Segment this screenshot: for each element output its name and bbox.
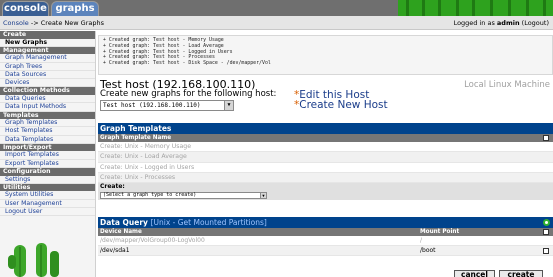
cactus-plant-icon: [8, 243, 59, 277]
sidebar-item-data-queries[interactable]: Data Queries: [0, 95, 95, 104]
select-all-checkbox[interactable]: [543, 135, 549, 141]
graph-templates-title: Graph Templates: [98, 123, 553, 134]
row-checkbox[interactable]: [543, 248, 549, 254]
table-row: /dev/sda1 /boot: [98, 246, 553, 256]
login-prefix: Logged in as: [453, 19, 497, 27]
tab-console[interactable]: console: [2, 1, 49, 16]
menu-header-collection-methods: Collection Methods: [0, 87, 95, 95]
login-status: Logged in as admin (Logout): [454, 19, 549, 27]
sidebar-item-data-templates[interactable]: Data Templates: [0, 136, 95, 144]
breadcrumb-separator: ->: [28, 19, 41, 27]
menu-header-configuration: Configuration: [0, 168, 95, 176]
graph-type-select-value: (Select a graph type to create): [103, 192, 197, 199]
device-name-cell: /dev/mapper/VolGroup00-LogVol00: [100, 237, 205, 244]
menu-header-import-export: Import/Export: [0, 143, 95, 152]
menu-header-utilities: Utilities: [0, 183, 95, 192]
breadcrumb-current: Create New Graphs: [40, 19, 104, 27]
sidebar-item-settings[interactable]: Settings: [0, 176, 95, 184]
cancel-button[interactable]: cancel: [454, 270, 495, 277]
graph-template-row: Create: Unix - Logged in Users: [98, 163, 553, 173]
host-select-value: Test host (192.168.100.110): [103, 102, 201, 109]
sidebar-item-host-templates[interactable]: Host Templates: [0, 127, 95, 136]
sidebar-item-user-management[interactable]: User Management: [0, 200, 95, 208]
sidebar-item-import-templates[interactable]: Import Templates: [0, 151, 95, 160]
device-name-cell: /dev/sda1: [100, 247, 130, 254]
menu-header-management: Management: [0, 46, 95, 55]
graph-template-row: Create: Unix - Memory Usage: [98, 142, 553, 153]
main-content: + Created graph: Test host - Memory Usag…: [98, 31, 553, 277]
menu-header-create: Create: [0, 31, 95, 39]
sidebar-item-devices[interactable]: Devices: [0, 79, 95, 88]
graph-template-name-header: Graph Template Name: [98, 134, 553, 142]
message-box: + Created graph: Test host - Memory Usag…: [98, 35, 553, 75]
chevron-down-icon: ▼: [260, 193, 266, 199]
sidebar-item-data-sources[interactable]: Data Sources: [0, 71, 95, 80]
device-name-header: Device Name: [100, 229, 142, 235]
breadcrumb-bar: Console -> Create New Graphs Logged in a…: [0, 16, 553, 30]
data-query-column-header: Device Name Mount Point: [98, 228, 553, 236]
sidebar-menu: Create New Graphs Management Graph Manag…: [0, 31, 96, 277]
message-line: + Created graph: Test host - Disk Space …: [103, 60, 271, 67]
sidebar-item-graph-trees[interactable]: Graph Trees: [0, 63, 95, 71]
create-new-host-label: Create New Host: [299, 99, 388, 111]
create-label: Create:: [100, 183, 125, 191]
login-user: admin: [496, 19, 520, 27]
breadcrumb-console-link[interactable]: Console: [3, 19, 29, 27]
breadcrumb: Console -> Create New Graphs: [3, 19, 104, 27]
data-query-panel: Data Query [Unix - Get Mounted Partition…: [98, 217, 553, 256]
table-row: /dev/mapper/VolGroup00-LogVol00 /: [98, 236, 553, 246]
sidebar-item-graph-management[interactable]: Graph Management: [0, 54, 95, 63]
refresh-icon[interactable]: [543, 219, 550, 226]
graph-template-row: Create: Unix - Load Average: [98, 152, 553, 163]
select-all-checkbox[interactable]: [543, 229, 549, 235]
data-query-title: Data Query [Unix - Get Mounted Partition…: [98, 217, 553, 228]
tab-graphs[interactable]: graphs: [51, 1, 99, 16]
sidebar-item-data-input-methods[interactable]: Data Input Methods: [0, 103, 95, 112]
mount-point-header: Mount Point: [420, 229, 460, 235]
create-new-host-link[interactable]: *Create New Host: [294, 99, 388, 111]
create-graph-row: Create: (Select a graph type to create) …: [98, 183, 553, 201]
graph-template-row: Create: Unix - Processes: [98, 172, 553, 184]
logout-link[interactable]: (Logout): [520, 19, 549, 27]
data-query-title-prefix: Data Query: [100, 218, 148, 227]
sidebar-item-new-graphs[interactable]: New Graphs: [0, 39, 95, 47]
sidebar-item-logout-user[interactable]: Logout User: [0, 208, 95, 217]
graph-template-name-label: Graph Template Name: [100, 135, 172, 141]
sidebar-item-export-templates[interactable]: Export Templates: [0, 160, 95, 169]
sidebar-item-system-utilities[interactable]: System Utilities: [0, 191, 95, 200]
cactus-banner-image: [398, 0, 553, 16]
create-button[interactable]: create: [499, 270, 543, 277]
top-navigation-bar: console graphs: [0, 0, 553, 16]
sidebar-item-graph-templates[interactable]: Graph Templates: [0, 119, 95, 128]
menu-header-templates: Templates: [0, 111, 95, 120]
mount-point-cell: /: [420, 237, 423, 244]
graph-type-select[interactable]: (Select a graph type to create) ▼: [100, 192, 267, 200]
host-select[interactable]: Test host (192.168.100.110) ▼: [100, 100, 234, 111]
chevron-down-icon: ▼: [224, 101, 233, 110]
host-template-name: Local Linux Machine: [464, 80, 550, 90]
data-query-name: [Unix - Get Mounted Partitions]: [150, 218, 267, 227]
mount-point-cell: /boot: [420, 247, 436, 254]
graph-templates-panel: Graph Templates Graph Template Name Crea…: [98, 123, 553, 201]
host-subtitle: Create new graphs for the following host…: [100, 89, 277, 99]
